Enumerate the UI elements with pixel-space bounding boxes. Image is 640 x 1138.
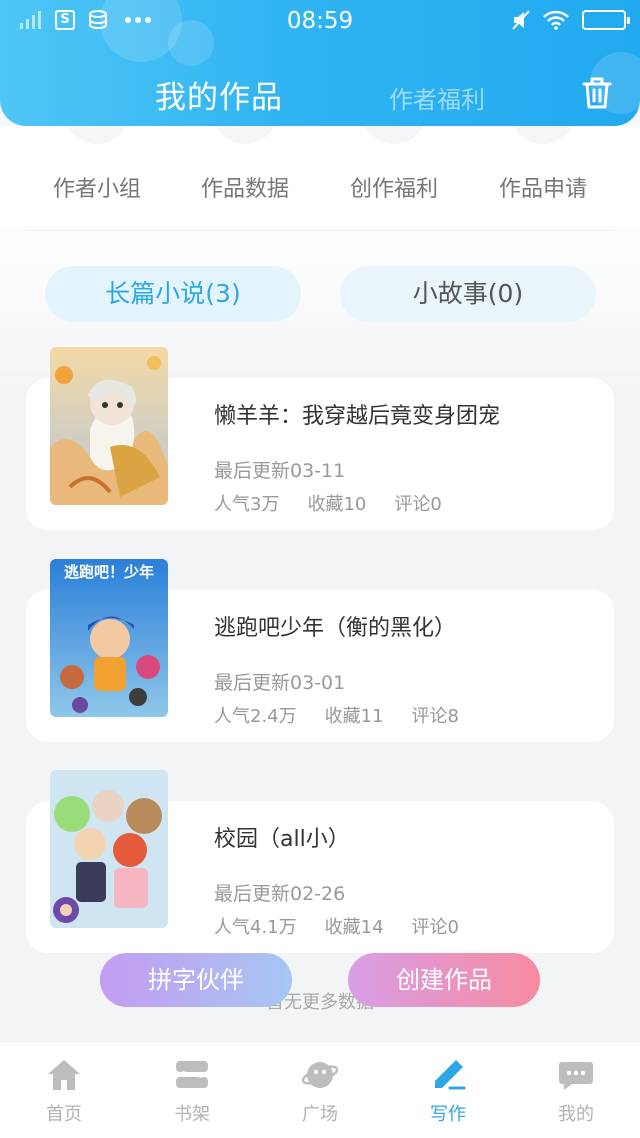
cover-illustration bbox=[50, 770, 168, 928]
header-tabs: 我的作品 作者福利 bbox=[0, 64, 640, 120]
segment-long-novels[interactable]: 长篇小说(3) bbox=[45, 266, 301, 322]
segment-short-stories[interactable]: 小故事(0) bbox=[340, 266, 596, 322]
home-icon bbox=[48, 1060, 80, 1090]
tab-bookshelf[interactable]: 书架 bbox=[128, 1042, 256, 1138]
tab-mine[interactable]: 我的 bbox=[512, 1042, 640, 1138]
chat-bubble-icon bbox=[559, 1062, 593, 1090]
work-cover[interactable] bbox=[50, 347, 168, 505]
work-last-update: 最后更新03-01 bbox=[214, 672, 346, 694]
tab-label: 广场 bbox=[302, 1104, 338, 1125]
shortcut-work-data[interactable]: 作品数据 bbox=[170, 94, 320, 226]
work-last-update: 最后更新03-11 bbox=[214, 460, 346, 482]
tab-label: 首页 bbox=[46, 1104, 82, 1125]
cover-illustration bbox=[50, 347, 168, 505]
planet-icon bbox=[302, 1062, 338, 1088]
work-comments: 评论8 bbox=[411, 706, 459, 727]
shortcut-author-group[interactable]: 作者小组 bbox=[22, 94, 172, 226]
word-partner-button[interactable]: 拼字伙伴 bbox=[100, 953, 292, 1007]
work-title: 懒羊羊：我穿越后竟变身团宠 bbox=[214, 404, 501, 429]
shortcut-work-apply[interactable]: 作品申请 bbox=[468, 94, 618, 226]
trash-icon[interactable] bbox=[582, 76, 612, 110]
bottom-tab-bar: 首页 书架 广场 写作 我的 bbox=[0, 1041, 640, 1138]
no-more-data-text: 暂无更多数据 bbox=[266, 992, 374, 1013]
tab-label: 写作 bbox=[430, 1104, 466, 1125]
tab-author-benefits[interactable]: 作者福利 bbox=[389, 80, 485, 115]
tab-home[interactable]: 首页 bbox=[0, 1042, 128, 1138]
work-cover[interactable] bbox=[50, 770, 168, 928]
work-stats: 人气4.1万 收藏14 评论0 bbox=[214, 913, 459, 939]
work-stats: 人气2.4万 收藏11 评论8 bbox=[214, 702, 459, 728]
work-popularity: 人气3万 bbox=[214, 494, 280, 515]
cover-title: 逃跑吧！少年 bbox=[64, 563, 154, 581]
battery-icon bbox=[582, 10, 630, 30]
work-popularity: 人气2.4万 bbox=[214, 706, 297, 727]
work-comments: 评论0 bbox=[394, 494, 442, 515]
wifi-icon bbox=[543, 10, 569, 30]
cover-illustration: 逃跑吧！少年 bbox=[50, 559, 168, 717]
shortcut-creation-benefits[interactable]: 创作福利 bbox=[319, 94, 469, 226]
work-favorites: 收藏11 bbox=[324, 706, 384, 727]
shortcut-label: 作者小组 bbox=[52, 177, 141, 202]
work-cover[interactable]: 逃跑吧！少年 bbox=[50, 559, 168, 717]
shortcut-label: 作品数据 bbox=[200, 177, 289, 202]
tab-writing[interactable]: 写作 bbox=[384, 1042, 512, 1138]
shortcut-label: 创作福利 bbox=[349, 177, 438, 202]
tab-label: 我的 bbox=[558, 1104, 594, 1125]
work-title: 校园（all小） bbox=[214, 827, 350, 852]
work-popularity: 人气4.1万 bbox=[214, 917, 297, 938]
work-title: 逃跑吧少年（衡的黑化） bbox=[214, 616, 457, 641]
shortcut-row: 作者小组 作品数据 创作福利 作品申请 bbox=[0, 94, 640, 230]
tab-square[interactable]: 广场 bbox=[256, 1042, 384, 1138]
work-stats: 人气3万 收藏10 评论0 bbox=[214, 490, 442, 516]
work-favorites: 收藏14 bbox=[324, 917, 384, 938]
tab-my-works[interactable]: 我的作品 bbox=[155, 72, 283, 117]
mute-icon bbox=[512, 10, 530, 30]
tab-label: 书架 bbox=[174, 1104, 210, 1125]
shortcut-label: 作品申请 bbox=[498, 177, 587, 202]
status-bar: S 08:59 bbox=[0, 0, 640, 44]
bookshelf-icon bbox=[176, 1061, 208, 1088]
divider bbox=[28, 230, 612, 231]
work-last-update: 最后更新02-26 bbox=[214, 883, 346, 905]
work-comments: 评论0 bbox=[411, 917, 459, 938]
create-work-button[interactable]: 创建作品 bbox=[348, 953, 540, 1007]
work-favorites: 收藏10 bbox=[307, 494, 367, 515]
header: S 08:59 我的作品 作者福利 bbox=[0, 0, 640, 126]
pen-icon bbox=[435, 1060, 466, 1090]
